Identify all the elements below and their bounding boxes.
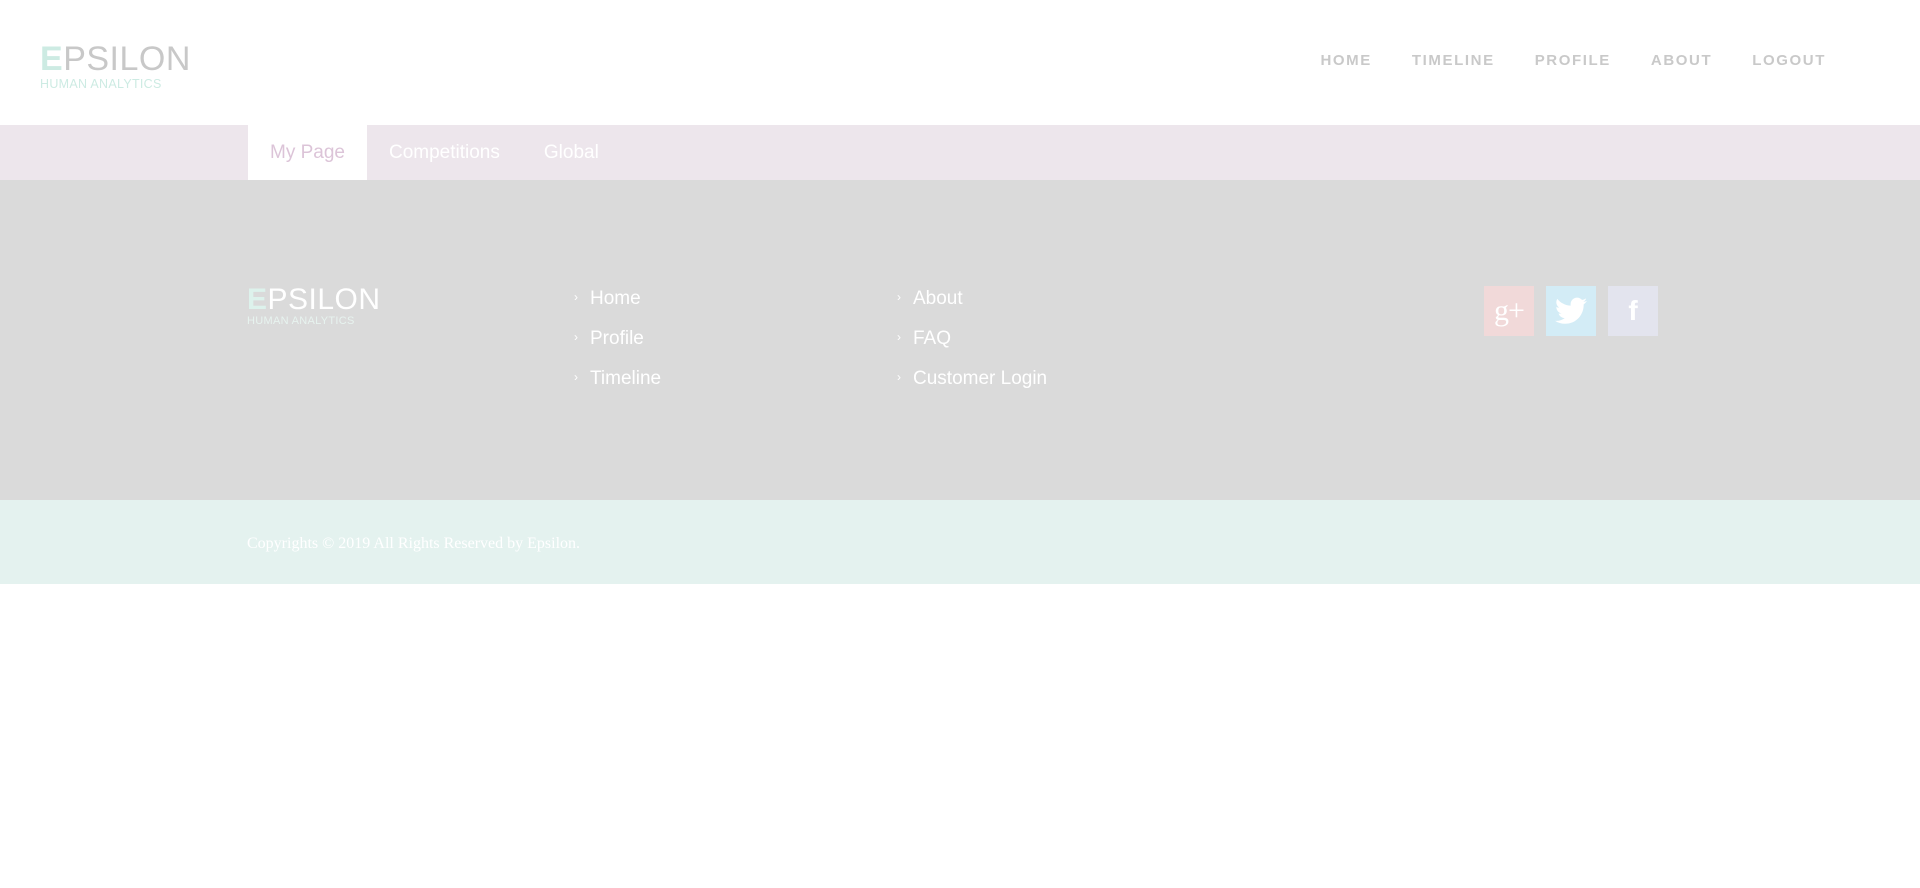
logo-letter-e: E [40, 40, 64, 78]
logo-word-rest: PSILON [63, 40, 191, 78]
tab-my-page[interactable]: My Page [248, 125, 367, 180]
footer-logo-wordmark: EPSILON [247, 285, 381, 315]
chevron-right-icon: › [897, 330, 901, 344]
copyright-bar: Copyrights © 2019 All Rights Reserved by… [0, 500, 1920, 584]
tab-bar: My Page Competitions Global [0, 125, 1920, 180]
footer-logo-letter-e: E [247, 283, 268, 316]
nav-about[interactable]: ABOUT [1651, 52, 1712, 69]
nav-logout[interactable]: LOGOUT [1752, 52, 1826, 69]
chevron-right-icon: › [574, 330, 578, 344]
footer-links-column-2: › About › FAQ › Customer Login [897, 287, 1047, 407]
footer-logo[interactable]: EPSILON HUMAN ANALYTICS [247, 285, 381, 327]
facebook-button[interactable]: f [1608, 286, 1658, 336]
footer-link-timeline[interactable]: › Timeline [574, 367, 661, 407]
chevron-right-icon: › [897, 290, 901, 304]
social-links: g+ f [1484, 286, 1658, 336]
footer-link-profile[interactable]: › Profile [574, 327, 661, 367]
nav-timeline[interactable]: TIMELINE [1412, 52, 1495, 69]
chevron-right-icon: › [574, 290, 578, 304]
twitter-icon [1555, 297, 1587, 324]
footer-link-label: Timeline [590, 368, 662, 389]
chevron-right-icon: › [897, 370, 901, 384]
copyright-text: Copyrights © 2019 All Rights Reserved by… [247, 535, 581, 552]
google-plus-button[interactable]: g+ [1484, 286, 1534, 336]
footer-link-label: Profile [590, 328, 644, 349]
footer-links-column-1: › Home › Profile › Timeline [574, 287, 661, 407]
header-logo[interactable]: EPSILON HUMAN ANALYTICS [40, 42, 191, 91]
footer-link-label: About [913, 288, 963, 309]
footer-link-label: FAQ [913, 328, 952, 349]
site-header: EPSILON HUMAN ANALYTICS HOME TIMELINE PR… [0, 0, 1920, 125]
logo-subtitle: HUMAN ANALYTICS [40, 77, 162, 91]
logo-wordmark: EPSILON [40, 42, 191, 76]
footer-link-about[interactable]: › About [897, 287, 1047, 327]
footer-link-faq[interactable]: › FAQ [897, 327, 1047, 367]
footer-link-label: Customer Login [913, 368, 1048, 389]
footer-logo-word-rest: PSILON [267, 283, 381, 316]
twitter-button[interactable] [1546, 286, 1596, 336]
tab-global[interactable]: Global [522, 125, 621, 180]
footer-link-label: Home [590, 288, 641, 309]
footer-logo-subtitle: HUMAN ANALYTICS [247, 315, 355, 327]
nav-profile[interactable]: PROFILE [1535, 52, 1611, 69]
footer-link-customer-login[interactable]: › Customer Login [897, 367, 1047, 407]
tab-competitions[interactable]: Competitions [367, 125, 522, 180]
site-footer: EPSILON HUMAN ANALYTICS › Home › Profile… [0, 180, 1920, 500]
nav-home[interactable]: HOME [1320, 52, 1371, 69]
chevron-right-icon: › [574, 370, 578, 384]
main-nav: HOME TIMELINE PROFILE ABOUT LOGOUT [1320, 52, 1826, 69]
google-plus-icon: g+ [1494, 294, 1525, 327]
facebook-icon: f [1628, 295, 1638, 326]
tabs: My Page Competitions Global [248, 125, 621, 180]
footer-link-home[interactable]: › Home [574, 287, 661, 327]
